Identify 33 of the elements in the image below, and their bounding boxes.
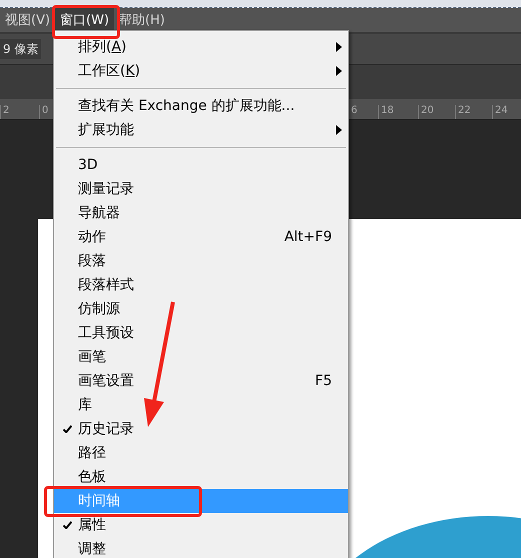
menu-bar-item[interactable]: 窗口(W) — [55, 8, 114, 32]
menu-item[interactable]: 3D — [54, 153, 348, 177]
menu-item[interactable]: 库 — [54, 393, 348, 417]
menu-item[interactable]: 色板 — [54, 465, 348, 489]
highlight-frame — [52, 5, 120, 39]
menu-item[interactable]: 属性 — [54, 513, 348, 537]
ruler-number: 24 — [492, 105, 518, 119]
menu-item[interactable]: 工具预设 — [54, 321, 348, 345]
ruler-number: 2 — [0, 105, 39, 119]
menu-item[interactable]: 段落样式 — [54, 273, 348, 297]
ruler-number: 20 — [418, 105, 455, 119]
menu-item[interactable]: 路径 — [54, 441, 348, 465]
menu-item[interactable]: 动作 Alt+F9 — [54, 225, 348, 249]
menu-item[interactable]: 画笔 — [54, 345, 348, 369]
submenu-arrow-icon — [336, 125, 342, 135]
check-icon — [63, 425, 72, 433]
menu-item[interactable]: 导航器 — [54, 201, 348, 225]
size-field[interactable]: 9 像素 — [0, 39, 42, 59]
menu-item[interactable]: 仿制源 — [54, 297, 348, 321]
menu-item[interactable]: 测量记录 — [54, 177, 348, 201]
submenu-arrow-icon — [336, 66, 342, 76]
ruler-number: 22 — [455, 105, 492, 119]
menu-item[interactable]: 工作区(K) — [54, 59, 348, 83]
check-icon — [63, 521, 72, 529]
menu-item[interactable]: 段落 — [54, 249, 348, 273]
menu-bar-item[interactable]: 视图(V) — [0, 8, 56, 32]
submenu-arrow-icon — [336, 42, 342, 52]
menu-item[interactable]: 画笔设置 F5 — [54, 369, 348, 393]
ruler-number: 18 — [378, 105, 418, 119]
menu-item[interactable]: 扩展功能 — [54, 118, 348, 142]
menu-item[interactable]: 排列(A) — [54, 35, 348, 59]
menu-item[interactable]: 历史记录 — [54, 417, 348, 441]
menu-item[interactable]: 调整 — [54, 537, 348, 558]
